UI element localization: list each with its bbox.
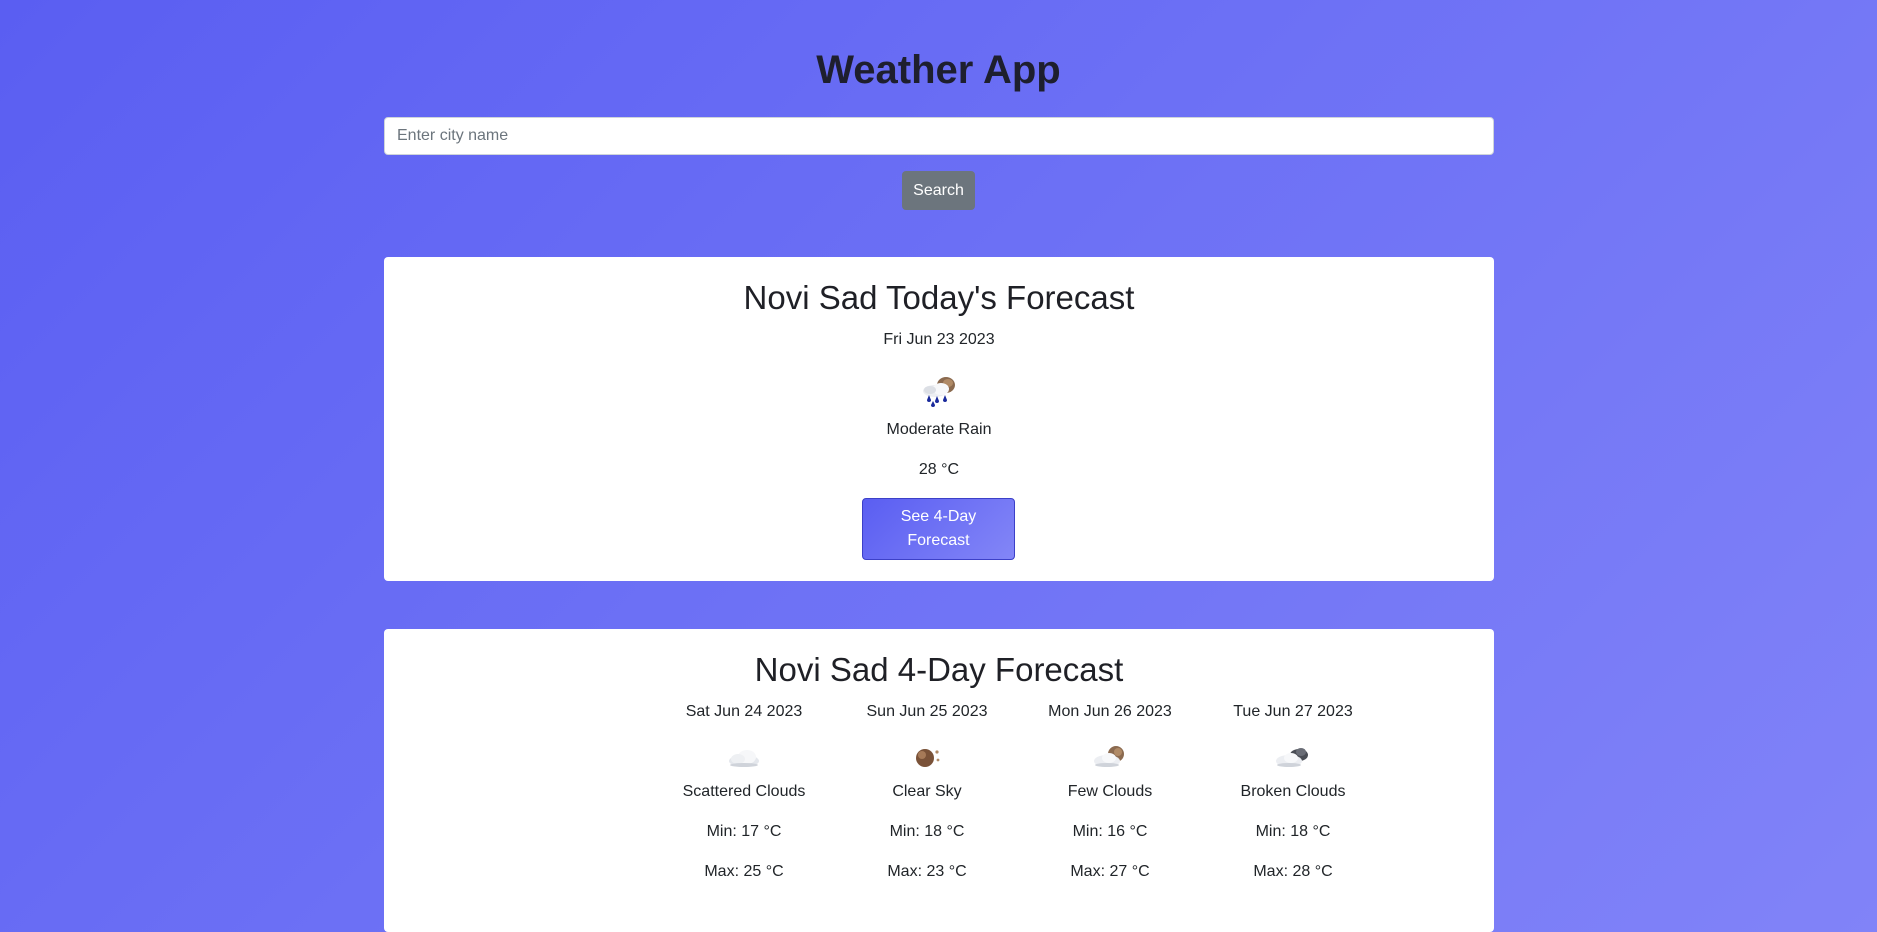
forecast-day-date: Sun Jun 25 2023 (866, 703, 988, 720)
clear-sky-icon (907, 739, 947, 775)
forecast-day-date: Tue Jun 27 2023 (1233, 703, 1353, 720)
page-title: Weather App (816, 48, 1061, 92)
today-forecast-title: Novi Sad Today's Forecast (743, 279, 1135, 316)
broken-clouds-icon (1273, 739, 1313, 775)
moderate-rain-icon (919, 373, 959, 409)
forecast-days-row: Sat Jun 24 2023 Scattered Clouds Min: 17… (384, 702, 1494, 922)
four-day-forecast-card: Novi Sad 4-Day Forecast Sat Jun 24 2023 … (384, 629, 1494, 932)
today-date: Fri Jun 23 2023 (883, 331, 995, 348)
see-4-day-forecast-button[interactable]: See 4-Day Forecast (862, 498, 1015, 560)
forecast-day-min: Min: 17 °C (706, 823, 782, 840)
city-search-input[interactable] (384, 117, 1494, 155)
today-forecast-card: Novi Sad Today's Forecast Fri Jun 23 202… (384, 257, 1494, 581)
forecast-day-description: Few Clouds (1067, 783, 1153, 800)
forecast-day-description: Scattered Clouds (682, 783, 806, 800)
forecast-day-min: Min: 18 °C (889, 823, 965, 840)
forecast-day-description: Clear Sky (892, 783, 962, 800)
forecast-day-min: Min: 16 °C (1072, 823, 1148, 840)
search-button[interactable]: Search (902, 171, 975, 210)
forecast-day-date: Mon Jun 26 2023 (1048, 703, 1172, 720)
forecast-day: Tue Jun 27 2023 Broken Clouds Min: 18 °C… (1213, 702, 1373, 922)
forecast-day-date: Sat Jun 24 2023 (685, 703, 803, 720)
forecast-day-max: Max: 28 °C (1253, 863, 1333, 880)
forecast-day: Mon Jun 26 2023 Few Clouds Min: 16 °C Ma… (1030, 702, 1190, 922)
forecast-day-max: Max: 23 °C (887, 863, 967, 880)
today-description: Moderate Rain (886, 421, 992, 438)
four-day-forecast-title: Novi Sad 4-Day Forecast (754, 651, 1124, 688)
forecast-day: Sat Jun 24 2023 Scattered Clouds Min: 17… (664, 702, 824, 922)
forecast-day: Sun Jun 25 2023 Clear Sky Min: 18 °C Max… (847, 702, 1007, 922)
forecast-day-min: Min: 18 °C (1255, 823, 1331, 840)
forecast-day-max: Max: 25 °C (704, 863, 784, 880)
today-temperature: 28 °C (918, 461, 960, 478)
few-clouds-icon (1090, 739, 1130, 775)
scattered-clouds-icon (724, 739, 764, 775)
forecast-day-max: Max: 27 °C (1070, 863, 1150, 880)
forecast-day-description: Broken Clouds (1240, 783, 1346, 800)
